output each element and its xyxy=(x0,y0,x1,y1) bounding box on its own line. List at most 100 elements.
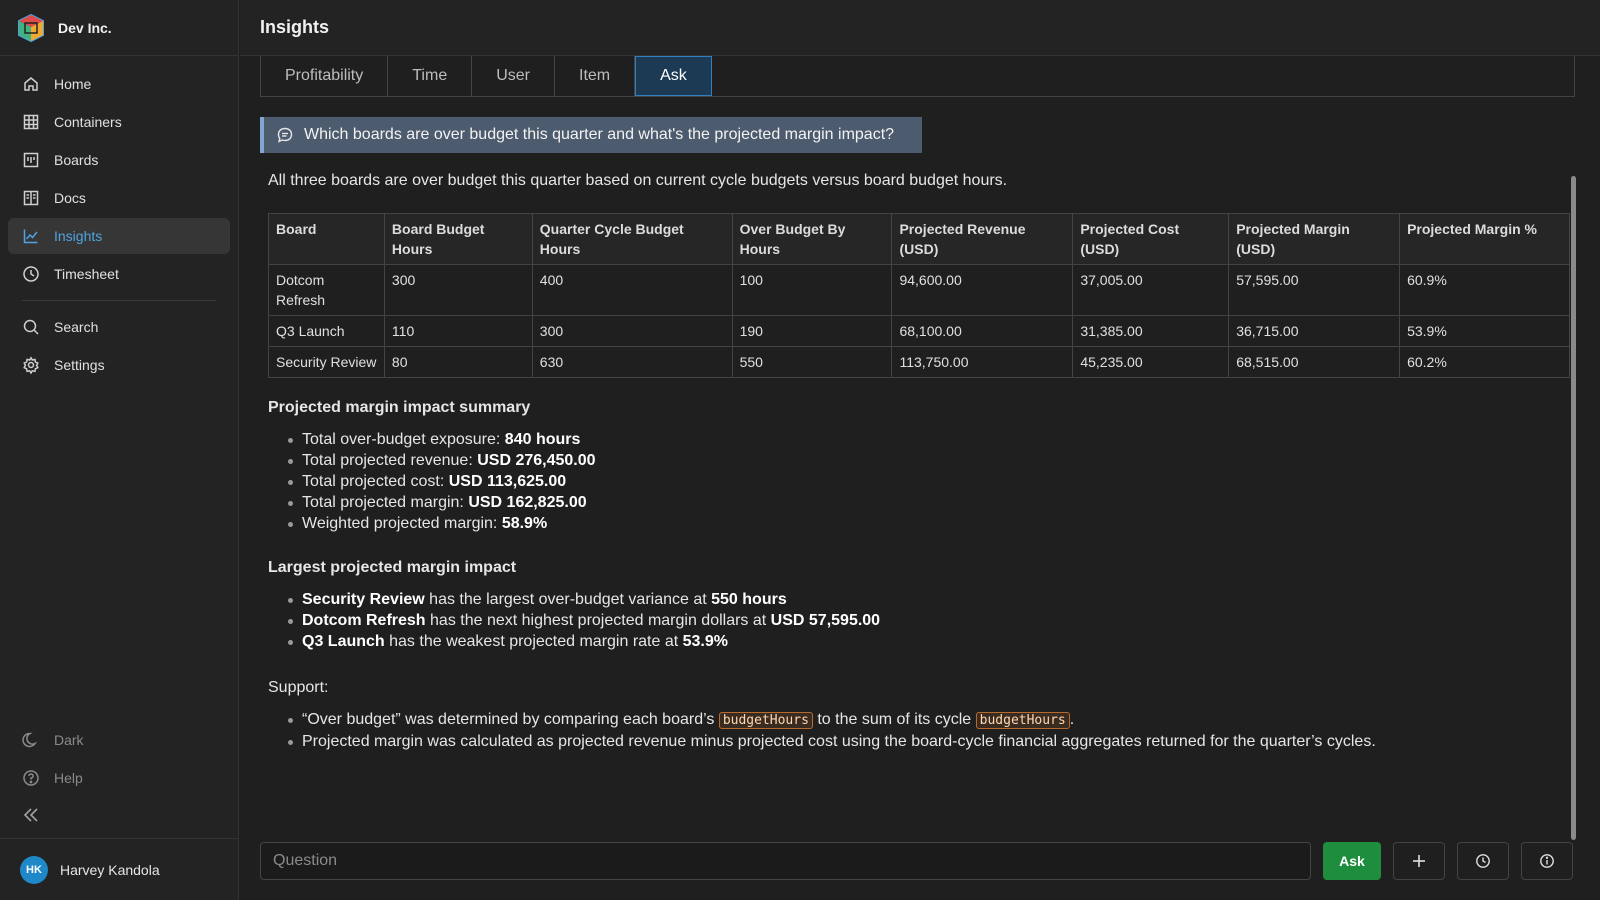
table-cell: 37,005.00 xyxy=(1072,264,1230,316)
list-item: Total projected cost: USD 113,625.00 xyxy=(288,471,596,492)
tab-time[interactable]: Time xyxy=(388,56,473,96)
table-row: Dotcom Refresh 300 400 100 94,600.00 37,… xyxy=(268,264,1570,316)
support-section: Support: “Over budget” was determined by… xyxy=(268,679,1376,752)
page-header: Insights xyxy=(240,0,1600,56)
nav-divider xyxy=(22,300,216,301)
table-cell: 53.9% xyxy=(1399,315,1570,347)
item-label: Weighted projected margin: xyxy=(302,515,502,532)
grid-icon xyxy=(22,113,40,131)
table-cell: 113,750.00 xyxy=(891,346,1074,378)
item-value: USD 276,450.00 xyxy=(477,452,596,469)
item-text: . xyxy=(1069,711,1075,728)
item-label: Total over-budget exposure: xyxy=(302,431,505,448)
new-question-button[interactable] xyxy=(1393,842,1445,880)
question-input[interactable] xyxy=(260,842,1311,880)
code-snippet: budgetHours xyxy=(975,712,1070,729)
user-profile[interactable]: HK Harvey Kandola xyxy=(0,838,238,900)
column-header: Over Budget By Hours xyxy=(731,213,893,265)
board-name: Security Review xyxy=(302,591,425,608)
support-title: Support: xyxy=(268,679,329,696)
table-cell: 550 xyxy=(731,346,893,378)
theme-toggle[interactable]: Dark xyxy=(8,722,230,758)
sidebar-item-boards[interactable]: Boards xyxy=(8,142,230,178)
sidebar-item-docs[interactable]: Docs xyxy=(8,180,230,216)
item-text: “Over budget” was determined by comparin… xyxy=(302,711,719,728)
list-item: Total projected margin: USD 162,825.00 xyxy=(288,492,596,513)
table-cell: 68,515.00 xyxy=(1228,346,1401,378)
table-cell: Q3 Launch xyxy=(268,315,385,347)
moon-icon xyxy=(22,731,40,749)
item-value: 53.9% xyxy=(682,633,728,650)
sidebar-item-label: Insights xyxy=(54,228,103,244)
brand-name: Dev Inc. xyxy=(58,19,112,36)
table-cell: 80 xyxy=(383,346,533,378)
list-item: Security Review has the largest over-bud… xyxy=(287,589,880,610)
column-header: Projected Margin (USD) xyxy=(1228,213,1401,265)
question-text: Which boards are over budget this quarte… xyxy=(304,126,895,143)
item-text: has the next highest projected margin do… xyxy=(425,612,771,629)
support-list: “Over budget” was determined by comparin… xyxy=(268,709,1376,752)
sidebar-item-settings[interactable]: Settings xyxy=(8,347,230,383)
answer-intro: All three boards are over budget this qu… xyxy=(268,172,1008,189)
help-icon xyxy=(22,769,40,787)
content-scrollbar[interactable] xyxy=(1571,176,1576,840)
help-label: Help xyxy=(54,770,83,786)
history-button[interactable] xyxy=(1457,842,1509,880)
book-icon xyxy=(22,189,40,207)
table-cell: 400 xyxy=(531,264,733,316)
table-header-row: Board Board Budget Hours Quarter Cycle B… xyxy=(268,213,1570,265)
table-cell: 60.9% xyxy=(1399,264,1570,316)
insights-tabs: Profitability Time User Item Ask xyxy=(260,56,1575,97)
tab-user[interactable]: User xyxy=(472,56,555,96)
table-cell: 300 xyxy=(531,315,733,347)
plus-icon xyxy=(1413,855,1425,867)
tab-item[interactable]: Item xyxy=(555,56,636,96)
tab-ask[interactable]: Ask xyxy=(635,56,712,96)
table-cell: 36,715.00 xyxy=(1228,315,1401,347)
summary-title: Projected margin impact summary xyxy=(268,399,531,416)
column-header: Projected Revenue (USD) xyxy=(891,213,1074,265)
user-name: Harvey Kandola xyxy=(60,861,160,878)
clock-icon xyxy=(1476,854,1490,868)
collapse-sidebar-button[interactable] xyxy=(8,798,230,834)
column-header: Quarter Cycle Budget Hours xyxy=(531,213,733,265)
brand[interactable]: Dev Inc. xyxy=(0,0,238,56)
avatar: HK xyxy=(20,855,48,884)
chart-icon xyxy=(22,227,40,245)
home-icon xyxy=(22,75,40,93)
ask-button[interactable]: Ask xyxy=(1323,842,1381,880)
column-header: Projected Margin % xyxy=(1399,213,1570,265)
over-budget-table: Board Board Budget Hours Quarter Cycle B… xyxy=(268,213,1570,378)
item-label: Total projected revenue: xyxy=(302,452,478,469)
board-name: Dotcom Refresh xyxy=(302,612,426,629)
item-text: has the largest over-budget variance at xyxy=(424,591,712,608)
table-cell: 45,235.00 xyxy=(1072,346,1230,378)
item-value: 550 hours xyxy=(711,591,787,608)
list-item: Dotcom Refresh has the next highest proj… xyxy=(287,610,880,631)
page-title: Insights xyxy=(260,17,330,37)
sidebar-item-label: Settings xyxy=(54,357,105,373)
item-value: 58.9% xyxy=(501,515,548,532)
summary-list: Total over-budget exposure: 840 hours To… xyxy=(268,429,596,534)
sidebar-item-timesheet[interactable]: Timesheet xyxy=(8,256,230,292)
tab-profitability[interactable]: Profitability xyxy=(261,56,389,96)
help-link[interactable]: Help xyxy=(8,760,230,796)
logo-icon xyxy=(18,13,44,42)
sidebar: Dev Inc. Home Containers Boards Docs Ins… xyxy=(0,0,239,900)
main-nav: Home Containers Boards Docs Insights Tim… xyxy=(0,56,238,383)
summary-section: Projected margin impact summary Total ov… xyxy=(268,399,596,534)
sidebar-item-search[interactable]: Search xyxy=(8,309,230,345)
column-header: Board xyxy=(268,213,385,265)
table-cell: Security Review xyxy=(268,346,385,378)
bottom-nav: Dark Help xyxy=(8,722,230,834)
list-item: Q3 Launch has the weakest projected marg… xyxy=(287,631,880,652)
sidebar-item-home[interactable]: Home xyxy=(8,66,230,102)
sidebar-item-insights[interactable]: Insights xyxy=(8,218,230,254)
sidebar-item-label: Timesheet xyxy=(54,266,119,282)
double-chevron-left-icon xyxy=(22,806,40,827)
sidebar-item-containers[interactable]: Containers xyxy=(8,104,230,140)
list-item: Total over-budget exposure: 840 hours xyxy=(288,429,596,450)
theme-toggle-label: Dark xyxy=(54,732,84,748)
table-row: Security Review 80 630 550 113,750.00 45… xyxy=(268,346,1570,378)
info-button[interactable] xyxy=(1521,842,1573,880)
